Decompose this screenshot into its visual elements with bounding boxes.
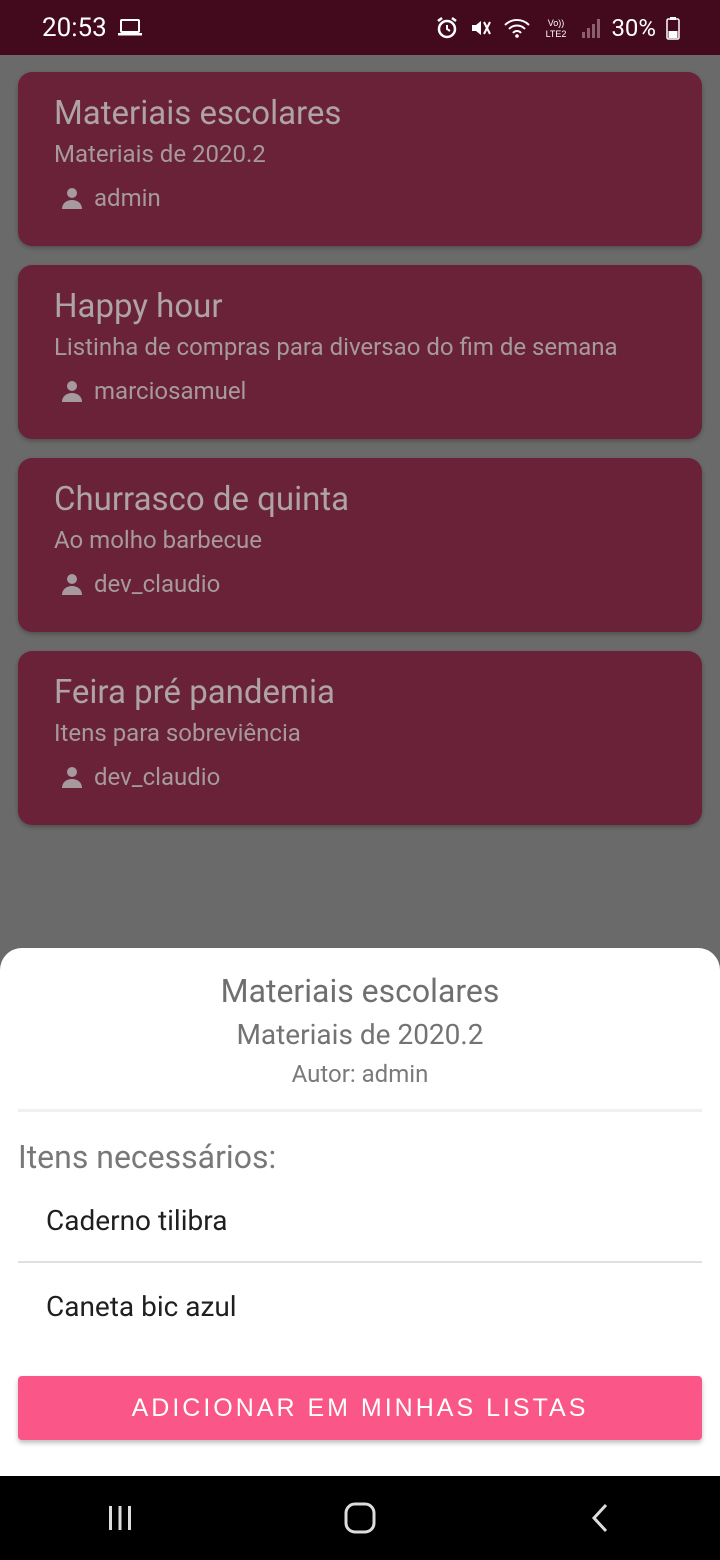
items-label: Itens necessários: — [18, 1138, 277, 1176]
list-card-author-name: dev_claudio — [94, 763, 221, 791]
battery-level: 30% — [611, 13, 656, 42]
list-card-author: dev_claudio — [54, 763, 666, 791]
list-card-title: Feira pré pandemia — [54, 673, 335, 712]
list-card-author-name: dev_claudio — [94, 570, 221, 598]
list-card-author: admin — [54, 184, 666, 212]
status-bar-right: Vo)) LTE2 30% — [435, 14, 680, 42]
home-icon — [344, 1502, 376, 1534]
list-card[interactable]: Happy hour Listinha de compras para dive… — [18, 265, 702, 439]
list-card-author: marciosamuel — [54, 377, 666, 405]
list-card[interactable]: Churrasco de quinta Ao molho barbecue de… — [18, 458, 702, 632]
laptop-icon — [117, 18, 143, 38]
list-card-subtitle: Listinha de compras para diversao do fim… — [54, 333, 618, 361]
volte-icon: Vo)) LTE2 — [541, 16, 571, 40]
add-to-my-lists-button[interactable]: ADICIONAR EM MINHAS LISTAS — [18, 1376, 702, 1440]
battery-icon — [666, 16, 680, 40]
mute-icon — [469, 16, 493, 40]
recent-apps-button[interactable] — [60, 1476, 180, 1560]
list-card-title: Churrasco de quinta — [54, 480, 350, 519]
status-bar-left: 20:53 — [42, 13, 143, 43]
list-card-subtitle: Ao molho barbecue — [54, 526, 262, 554]
list-card-title: Happy hour — [54, 287, 223, 326]
divider — [18, 1109, 702, 1112]
svg-text:LTE2: LTE2 — [546, 29, 567, 39]
person-icon — [62, 188, 82, 209]
svg-text:Vo)): Vo)) — [548, 18, 565, 28]
status-bar: 20:53 Vo)) LTE2 30% — [0, 0, 720, 55]
sheet-subtitle: Materiais de 2020.2 — [236, 1018, 484, 1051]
list-card[interactable]: Materiais escolares Materiais de 2020.2 … — [18, 72, 702, 246]
back-button[interactable] — [540, 1476, 660, 1560]
recent-apps-icon — [109, 1506, 131, 1530]
sheet-title: Materiais escolares — [220, 972, 500, 1010]
person-icon — [62, 574, 82, 595]
person-icon — [62, 381, 82, 402]
list-card-author-name: admin — [94, 184, 161, 212]
list-card-subtitle: Materiais de 2020.2 — [54, 140, 266, 168]
bottom-sheet: Materiais escolares Materiais de 2020.2 … — [0, 948, 720, 1476]
divider — [18, 1261, 702, 1263]
signal-icon — [581, 17, 601, 39]
alarm-icon — [435, 16, 459, 40]
list-card[interactable]: Feira pré pandemia Itens para sobreviênc… — [18, 651, 702, 825]
list-item: Caderno tilibra — [46, 1204, 228, 1237]
list-card-author-name: marciosamuel — [94, 377, 247, 405]
person-icon — [62, 767, 82, 788]
list-card-title: Materiais escolares — [54, 94, 342, 133]
list-card-subtitle: Itens para sobreviência — [54, 719, 301, 747]
navigation-bar — [0, 1476, 720, 1560]
list-card-author: dev_claudio — [54, 570, 666, 598]
list-item: Caneta bic azul — [46, 1290, 237, 1323]
status-time: 20:53 — [42, 12, 107, 43]
home-button[interactable] — [300, 1476, 420, 1560]
back-icon — [591, 1503, 608, 1533]
sheet-author: Autor: admin — [291, 1060, 429, 1088]
wifi-icon — [503, 17, 531, 39]
